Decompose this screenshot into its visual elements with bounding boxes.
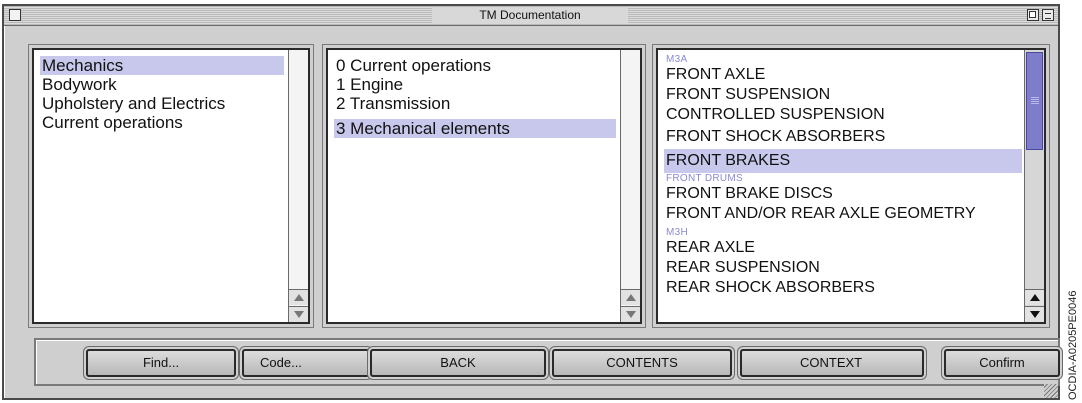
- subgroup-list-scrollbar[interactable]: [1024, 50, 1044, 322]
- group-list-scrollbar[interactable]: [620, 50, 640, 322]
- scroll-down-button[interactable]: [1025, 306, 1044, 322]
- arrow-up-icon: [293, 294, 304, 301]
- list-item-subgroup[interactable]: REAR SUSPENSION: [664, 258, 1022, 278]
- list-item-mechanics[interactable]: Mechanics: [40, 56, 284, 75]
- scroll-up-button[interactable]: [621, 289, 640, 305]
- list-item-group-1[interactable]: 1 Engine: [334, 75, 616, 94]
- close-box-icon[interactable]: [9, 9, 21, 21]
- scroll-up-button[interactable]: [289, 289, 308, 305]
- group-list-panel: 0 Current operations 1 Engine 2 Transmis…: [326, 48, 642, 324]
- arrow-down-icon: [293, 311, 304, 318]
- list-item-upholstery-electrics[interactable]: Upholstery and Electrics: [40, 94, 284, 113]
- list-item-group-3[interactable]: 3 Mechanical elements: [334, 119, 616, 138]
- list-item-bodywork[interactable]: Bodywork: [40, 75, 284, 94]
- list-item-subgroup[interactable]: FRONT BRAKE DISCS: [664, 184, 1022, 204]
- list-item-group-2[interactable]: 2 Transmission: [334, 94, 616, 113]
- section-label: M3A: [666, 54, 688, 65]
- section-label: M3H: [666, 227, 689, 238]
- category-list: Mechanics Bodywork Upholstery and Electr…: [40, 56, 284, 132]
- list-item-current-operations[interactable]: Current operations: [40, 113, 284, 132]
- arrow-down-icon: [1029, 311, 1040, 318]
- list-item-subgroup[interactable]: CONTROLLED SUSPENSION: [664, 105, 1022, 125]
- document-reference: OCDIA-A0205PE0046: [1067, 290, 1079, 400]
- title-bar[interactable]: TM Documentation: [4, 6, 1058, 26]
- list-item-group-0[interactable]: 0 Current operations: [334, 56, 616, 75]
- group-list: 0 Current operations 1 Engine 2 Transmis…: [334, 56, 616, 138]
- arrow-up-icon: [625, 294, 636, 301]
- scroll-down-button[interactable]: [621, 306, 640, 322]
- scroll-up-button[interactable]: [1025, 289, 1044, 305]
- list-item-subgroup[interactable]: FRONT AXLE: [664, 65, 1022, 85]
- subgroup-list: M3A FRONT AXLE FRONT SUSPENSION CONTROLL…: [664, 54, 1022, 298]
- category-list-panel: Mechanics Bodywork Upholstery and Electr…: [32, 48, 310, 324]
- contents-button[interactable]: CONTENTS: [552, 349, 732, 377]
- list-item-subgroup[interactable]: FRONT SHOCK ABSORBERS: [664, 125, 1022, 149]
- list-item-subgroup[interactable]: FRONT AND/OR REAR AXLE GEOMETRY: [664, 204, 1022, 224]
- find-button[interactable]: Find...: [86, 349, 236, 377]
- list-item-subgroup[interactable]: FRONT SUSPENSION: [664, 85, 1022, 105]
- category-list-scrollbar[interactable]: [288, 50, 308, 322]
- subgroup-list-panel: M3A FRONT AXLE FRONT SUSPENSION CONTROLL…: [656, 48, 1046, 324]
- window-title: TM Documentation: [432, 7, 628, 24]
- arrow-down-icon: [625, 311, 636, 318]
- scroll-thumb[interactable]: [1026, 52, 1043, 150]
- arrow-up-icon: [1029, 294, 1040, 301]
- section-label: FRONT DRUMS: [666, 173, 744, 184]
- zoom-box-icon[interactable]: [1027, 9, 1039, 21]
- confirm-button[interactable]: Confirm: [944, 349, 1060, 377]
- list-item-subgroup[interactable]: REAR SHOCK ABSORBERS: [664, 278, 1022, 298]
- list-item-subgroup[interactable]: REAR AXLE: [664, 238, 1022, 258]
- collapse-box-icon[interactable]: [1042, 9, 1054, 21]
- scroll-down-button[interactable]: [289, 306, 308, 322]
- context-button[interactable]: CONTEXT: [740, 349, 924, 377]
- back-button[interactable]: BACK: [370, 349, 546, 377]
- code-button[interactable]: Code...: [242, 349, 370, 377]
- resize-grip-icon[interactable]: [1044, 384, 1058, 398]
- list-item-subgroup-selected[interactable]: FRONT BRAKES: [664, 149, 1022, 173]
- tm-documentation-window: TM Documentation Mechanics Bodywork Upho…: [2, 4, 1060, 400]
